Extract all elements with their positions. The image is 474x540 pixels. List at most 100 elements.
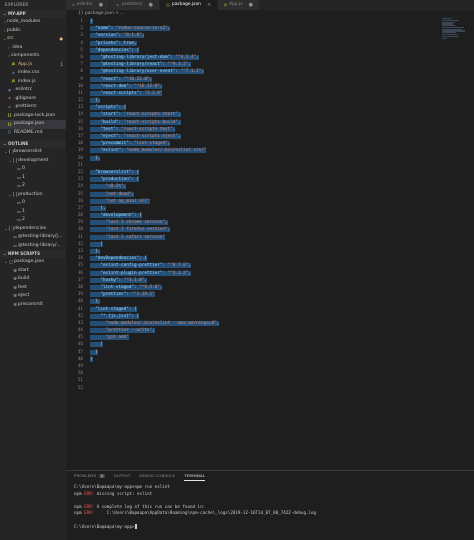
code-content[interactable]: { "name": "redux-course-ru-v2", "version… <box>90 18 220 392</box>
tree-item[interactable]: # index.css <box>0 69 66 78</box>
outline-item[interactable]: ⌄{ } dependencies <box>0 225 66 234</box>
code-line[interactable]: "prettier --write", <box>90 327 219 334</box>
unsaved-dot-icon[interactable]: ● <box>99 0 103 10</box>
code-line[interactable] <box>90 162 219 169</box>
minimap[interactable] <box>442 18 466 78</box>
code-line[interactable]: "last 1 safari version" <box>90 234 219 241</box>
unsaved-dot-icon[interactable]: ● <box>249 0 253 10</box>
code-line[interactable]: "eslint-config-prettier": "^6.7.0", <box>90 262 219 269</box>
code-line[interactable]: ] <box>90 341 219 348</box>
code-line[interactable]: "node_modules/.bin/eslint --max-warnings… <box>90 320 220 327</box>
code-line[interactable]: "react-dom": "^16.12.0", <box>90 83 219 90</box>
code-line[interactable]: "private": true, <box>90 40 219 47</box>
tree-item[interactable]: › node_modules <box>0 18 66 27</box>
tree-item[interactable]: › public <box>0 27 66 36</box>
outline-item[interactable]: ⌄[ ] production <box>0 191 66 200</box>
code-line[interactable]: ">0.2%", <box>90 183 219 190</box>
code-line[interactable] <box>90 363 219 370</box>
code-line[interactable]: "production": [ <box>90 176 219 183</box>
breadcrumb[interactable]: {} package.json > ... <box>66 10 474 18</box>
code-line[interactable]: "husky": "^3.1.0", <box>90 277 219 284</box>
tree-item[interactable]: ⌄ src ● <box>0 35 66 44</box>
code-line[interactable]: }, <box>90 155 219 162</box>
outline-item[interactable]: ⌄[ ] development <box>0 157 66 166</box>
npm-scripts-file[interactable]: ⌄ ▢ package.json <box>0 258 66 267</box>
code-line[interactable]: "eslint-plugin-prettier": "^3.1.2", <box>90 270 219 277</box>
npm-script-item[interactable]: ⚒ build <box>0 275 66 284</box>
panel-tab[interactable]: TERMINAL <box>184 471 206 481</box>
code-line[interactable] <box>90 385 219 392</box>
npm-script-item[interactable]: ⚒ precommit <box>0 301 66 310</box>
close-icon[interactable]: × <box>207 0 211 10</box>
code-line[interactable]: "browserslist": { <box>90 169 219 176</box>
code-line[interactable]: "eslint": "node_modules/.bin/eslint src/… <box>90 147 219 154</box>
code-line[interactable]: ], <box>90 205 219 212</box>
code-line[interactable] <box>90 370 219 377</box>
code-line[interactable]: "devDependencies": { <box>90 255 219 262</box>
code-line[interactable]: "name": "redux-course-ru-v2", <box>90 25 219 32</box>
outline-item[interactable]: ▭ 2 <box>0 216 66 225</box>
explorer-section-header[interactable]: ⌄ MY-APP <box>0 10 66 18</box>
tree-item[interactable]: JS index.js <box>0 78 66 87</box>
editor-tab[interactable]: ≡ .prettierrc ● <box>110 0 160 10</box>
code-line[interactable]: "@testing-library/user-event": "^7.1.2", <box>90 68 219 75</box>
code-line[interactable]: "lint-staged": { <box>90 306 219 313</box>
code-line[interactable] <box>90 377 219 384</box>
outline-item[interactable]: ▭ @testing-library/j... <box>0 233 66 242</box>
code-line[interactable]: "development": [ <box>90 212 219 219</box>
code-line[interactable]: "last 1 firefox version", <box>90 226 219 233</box>
code-line[interactable]: "scripts": { <box>90 104 219 111</box>
code-line[interactable]: "build": "react-scripts build", <box>90 119 219 126</box>
tree-item[interactable]: {} package-lock.json <box>0 112 66 121</box>
code-line[interactable]: }, <box>90 248 219 255</box>
npm-script-item[interactable]: ⚒ eject <box>0 292 66 301</box>
tree-item[interactable]: ≡ .prettierrc <box>0 103 66 112</box>
outline-item[interactable]: ⌄{ } browserslist <box>0 148 66 157</box>
tree-item[interactable]: › .idea <box>0 44 66 53</box>
npm-script-item[interactable]: ⚒ start <box>0 267 66 276</box>
outline-item[interactable]: ▭ @testing-library/... <box>0 242 66 251</box>
outline-item[interactable]: ▭ 2 <box>0 182 66 191</box>
code-line[interactable]: "*.{js,jsx}": [ <box>90 313 219 320</box>
code-line[interactable]: "not op_mini all" <box>90 198 219 205</box>
code-line[interactable]: "version": "0.1.0", <box>90 32 219 39</box>
editor-tab[interactable]: {} package.json × <box>159 0 219 10</box>
npm-script-item[interactable]: ⚒ test <box>0 284 66 293</box>
panel-tab[interactable]: DEBUG CONSOLE <box>139 471 175 481</box>
tree-item[interactable]: ⓘ README.md <box>0 129 66 138</box>
code-line[interactable]: "git add" <box>90 334 219 341</box>
code-line[interactable]: ] <box>90 241 219 248</box>
code-line[interactable]: }, <box>90 97 219 104</box>
code-line[interactable]: "dependencies": { <box>90 47 219 54</box>
code-line[interactable]: "@testing-library/react": "^9.3.2", <box>90 61 219 68</box>
tree-item[interactable]: {} package.json <box>0 120 66 129</box>
code-line[interactable]: "test": "react-scripts test", <box>90 126 219 133</box>
code-line[interactable]: }, <box>90 298 219 305</box>
tree-item[interactable]: › components <box>0 52 66 61</box>
tree-item[interactable]: ◆ .gitignore <box>0 95 66 104</box>
code-line[interactable]: } <box>90 356 219 363</box>
editor-tab[interactable]: JS App.js ● <box>218 0 260 10</box>
panel-tab[interactable]: OUTPUT <box>114 471 131 481</box>
code-line[interactable]: "react-scripts": "3.3.0" <box>90 90 219 97</box>
code-line[interactable]: "@testing-library/jest-dom": "^4.2.4", <box>90 54 219 61</box>
code-line[interactable]: "last 1 chrome version", <box>90 219 219 226</box>
code-line[interactable]: "react": "^16.12.0", <box>90 76 219 83</box>
code-line[interactable]: { <box>90 18 219 25</box>
code-line[interactable]: "lint-staged": "^9.5.0", <box>90 284 219 291</box>
outline-item[interactable]: ▭ 0 <box>0 165 66 174</box>
code-line[interactable]: } <box>90 349 219 356</box>
terminal[interactable]: C:\Users\Варвара\my-app>npm run eslint np… <box>66 481 474 533</box>
outline-item[interactable]: ▭ 0 <box>0 199 66 208</box>
npm-scripts-section-header[interactable]: ⌄ NPM SCRIPTS <box>0 250 66 258</box>
outline-section-header[interactable]: ⌄ OUTLINE <box>0 140 66 148</box>
tree-item[interactable]: ◉ .eslintrc <box>0 86 66 95</box>
outline-item[interactable]: ▭ 1 <box>0 208 66 217</box>
tree-item[interactable]: JS App.js 1 <box>0 61 66 70</box>
code-editor[interactable]: 1 2 3 4 5 6 7 8 9 10 11 12 13 14 15 16 17 18 19 20 21 22 23 24 2… <box>66 18 474 470</box>
code-line[interactable]: "not dead", <box>90 191 219 198</box>
code-line[interactable]: "eject": "react-scripts eject", <box>90 133 219 140</box>
unsaved-dot-icon[interactable]: ● <box>149 0 153 10</box>
panel-tab[interactable]: PROBLEMS 1 <box>74 471 105 481</box>
code-line[interactable]: "prettier": "^1.19.1" <box>90 291 219 298</box>
